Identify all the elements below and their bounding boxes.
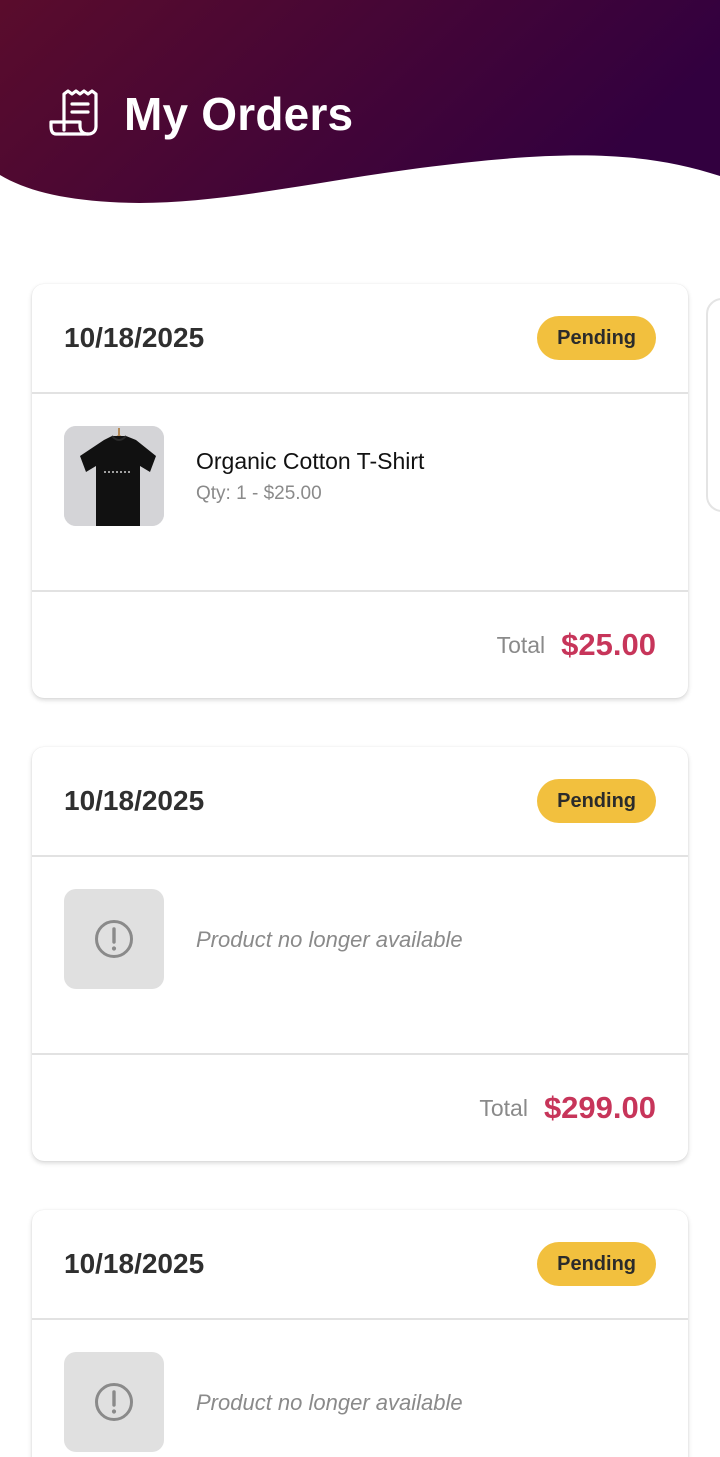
page-title: My Orders (124, 88, 354, 140)
order-card-footer: Total $25.00 (32, 592, 688, 698)
order-item[interactable]: Organic Cotton T-Shirt Qty: 1 - $25.00 (32, 394, 688, 592)
order-item[interactable]: Product no longer available (32, 1320, 688, 1457)
total-label: Total (496, 631, 546, 658)
order-total: $299.00 (543, 1090, 656, 1125)
product-unavailable-text: Product no longer available (196, 1390, 463, 1415)
status-badge: Pending (537, 779, 656, 823)
order-item[interactable]: Product no longer available (32, 857, 688, 1055)
unavailable-product-placeholder (64, 889, 164, 989)
product-image (64, 426, 164, 526)
product-unavailable-text: Product no longer available (196, 927, 463, 952)
order-card[interactable]: 10/18/2025 Pending Organic Cotton T-Shir… (32, 284, 688, 698)
adjacent-card-peek (706, 298, 720, 512)
alert-circle-icon (95, 920, 133, 958)
tshirt-icon (64, 426, 164, 526)
total-label: Total (479, 1094, 528, 1121)
order-card-header: 10/18/2025 Pending (32, 284, 688, 394)
order-date: 10/18/2025 (64, 785, 205, 816)
product-name: Organic Cotton T-Shirt (196, 448, 425, 474)
order-date: 10/18/2025 (64, 322, 205, 353)
unavailable-product-placeholder (64, 1352, 164, 1452)
receipt-icon (49, 89, 98, 136)
order-card[interactable]: 10/18/2025 Pending Product no longer ava… (32, 1210, 688, 1457)
order-total: $25.00 (561, 627, 656, 662)
order-date: 10/18/2025 (64, 1248, 205, 1279)
page-header: My Orders (0, 0, 720, 240)
product-quantity-price: Qty: 1 - $25.00 (196, 483, 322, 504)
order-card-header: 10/18/2025 Pending (32, 747, 688, 857)
status-badge: Pending (537, 316, 656, 360)
alert-circle-icon (95, 1383, 133, 1421)
status-badge: Pending (537, 1242, 656, 1286)
order-card-footer: Total $299.00 (32, 1055, 688, 1161)
order-card[interactable]: 10/18/2025 Pending Product no longer ava… (32, 747, 688, 1161)
order-card-header: 10/18/2025 Pending (32, 1210, 688, 1320)
